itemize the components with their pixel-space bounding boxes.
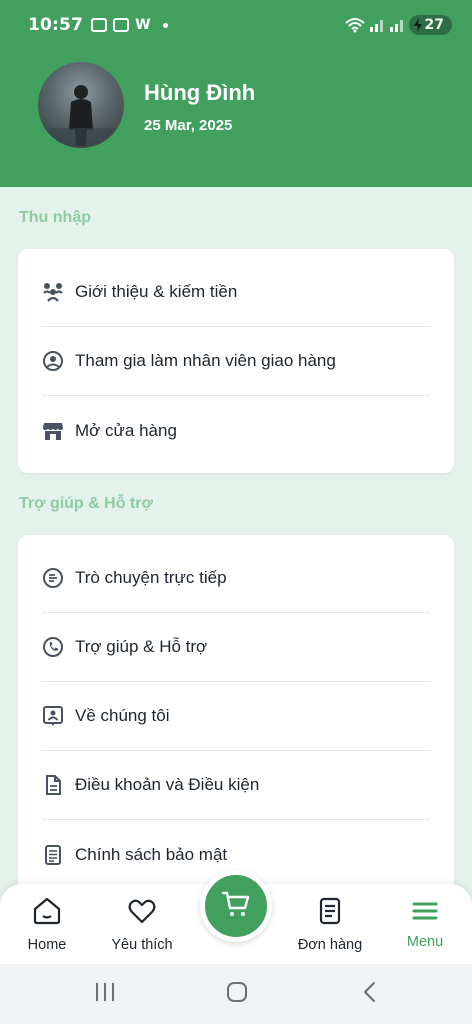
document-icon	[42, 774, 64, 796]
recent-apps-icon	[94, 982, 116, 1007]
app-notification-icon	[113, 18, 130, 32]
nav-home[interactable]: Home	[14, 884, 80, 964]
status-time: 10:57	[28, 15, 84, 35]
section-title-support: Trợ giúp & Hỗ trợ	[19, 495, 153, 512]
avatar[interactable]	[38, 62, 124, 148]
menu-label: Chính sách bảo mật	[75, 844, 228, 864]
system-navigation-bar	[0, 964, 472, 1024]
menu-item-live-chat[interactable]: Trò chuyện trực tiếp	[42, 544, 430, 613]
battery-level: 27	[424, 17, 444, 33]
chat-icon	[42, 567, 64, 589]
section-title-income: Thu nhập	[19, 209, 91, 226]
status-right: 27	[344, 15, 452, 35]
more-notifications-dot	[162, 22, 168, 28]
menu-label: Về chúng tôi	[75, 706, 170, 725]
recent-apps-button[interactable]	[75, 964, 135, 1024]
user-date: 25 Mar, 2025	[144, 117, 233, 134]
avatar-image	[38, 85, 124, 148]
menu-label: Giới thiệu & kiếm tiền	[75, 282, 238, 301]
menu-label: Trợ giúp & Hỗ trợ	[75, 637, 208, 656]
people-icon	[42, 281, 64, 303]
screenshot-icon	[91, 18, 108, 32]
battery-indicator: 27	[408, 15, 452, 35]
orders-icon	[315, 896, 345, 926]
menu-label: Trò chuyện trực tiếp	[75, 568, 227, 587]
home-circle-icon	[226, 981, 248, 1008]
menu-item-referral[interactable]: Giới thiệu & kiếm tiền	[42, 258, 430, 327]
nav-home-label: Home	[27, 937, 67, 953]
nav-orders-label: Đơn hàng	[297, 937, 363, 953]
app-letter: W	[135, 17, 151, 33]
signal-icon-2	[389, 20, 403, 32]
phone-icon	[42, 636, 64, 658]
menu-label: Mở cửa hàng	[75, 420, 177, 440]
home-icon	[32, 896, 62, 926]
income-card: Giới thiệu & kiếm tiền Tham gia làm nhân…	[18, 249, 454, 473]
menu-item-about-us[interactable]: Về chúng tôi	[42, 682, 430, 751]
nav-orders[interactable]: Đơn hàng	[290, 884, 370, 964]
wifi-icon	[344, 18, 365, 33]
nav-menu[interactable]: Menu	[395, 884, 455, 964]
menu-label: Điều khoản và Điều kiện	[75, 775, 260, 794]
menu-icon	[410, 896, 440, 926]
policy-icon	[42, 844, 64, 866]
nav-favorites[interactable]: Yêu thích	[102, 884, 182, 964]
menu-item-terms[interactable]: Điều khoản và Điều kiện	[42, 751, 430, 820]
menu-label: Tham gia làm nhân viên giao hàng	[75, 351, 336, 370]
user-circle-icon	[42, 350, 64, 372]
back-button[interactable]	[340, 964, 400, 1024]
store-icon	[42, 420, 64, 442]
menu-item-help-support[interactable]: Trợ giúp & Hỗ trợ	[42, 613, 430, 682]
cart-button[interactable]	[200, 870, 272, 942]
user-name: Hùng Đình	[144, 80, 256, 105]
home-system-button[interactable]	[207, 964, 267, 1024]
nav-menu-label: Menu	[406, 934, 444, 950]
menu-item-join-shipper[interactable]: Tham gia làm nhân viên giao hàng	[42, 327, 430, 396]
charging-icon	[413, 18, 422, 32]
heart-icon	[127, 896, 157, 926]
about-icon	[42, 705, 64, 727]
back-icon	[362, 981, 378, 1008]
signal-icon	[369, 20, 383, 32]
cart-icon	[220, 888, 252, 925]
menu-item-open-store[interactable]: Mở cửa hàng	[42, 396, 430, 465]
status-bar: 10:57 W 27	[0, 0, 472, 50]
nav-favorites-label: Yêu thích	[111, 937, 173, 953]
notification-icons: W	[91, 17, 168, 33]
